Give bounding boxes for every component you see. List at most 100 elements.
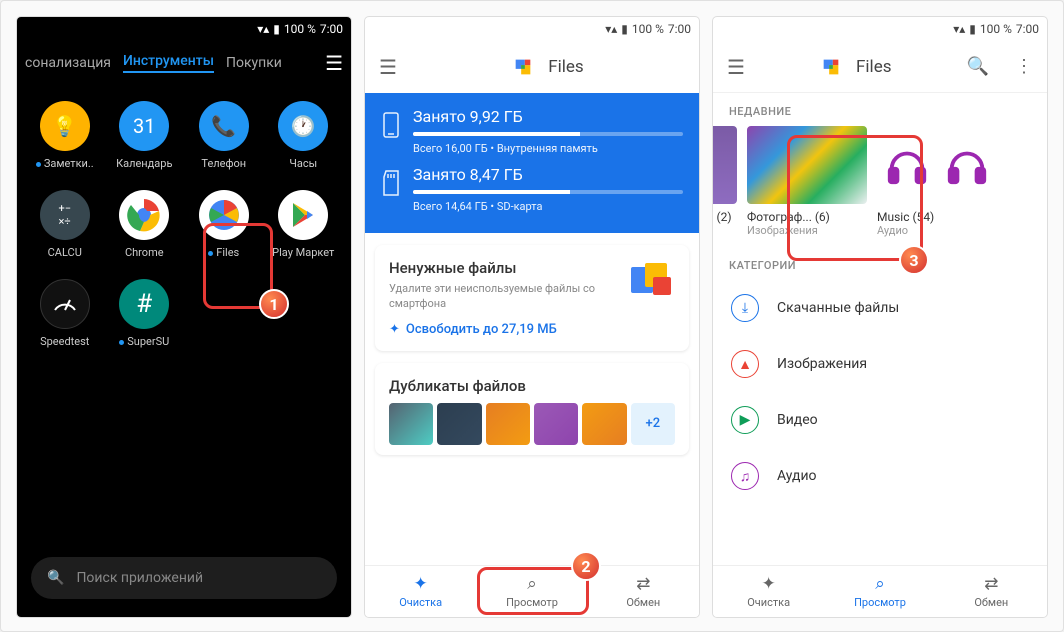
screen-files-clean: ▾▴ ▮ 100 % 7:00 ☰ Files Занято 9,92 ГБ В…	[365, 17, 699, 617]
dups-title: Дубликаты файлов	[389, 377, 675, 395]
app-clock[interactable]: 🕐Часы	[268, 101, 340, 170]
recent-item-music[interactable]: Music (54) Аудио	[877, 126, 997, 237]
duplicates-card: Дубликаты файлов +2	[375, 363, 689, 455]
status-bar: ▾▴ ▮ 100 % 7:00	[17, 17, 351, 41]
category-images[interactable]: ▲Изображения	[713, 336, 1047, 392]
battery-icon: ▮	[273, 22, 280, 36]
image-icon: ▲	[731, 350, 759, 378]
sparkle-icon: ✦	[389, 322, 400, 337]
headphones-icon: ♫	[731, 462, 759, 490]
tab-tools[interactable]: Инструменты	[123, 53, 214, 73]
junk-files-card: Ненужные файлы Удалите эти неиспользуемы…	[375, 245, 689, 351]
search-icon: 🔍	[47, 570, 64, 586]
files-logo-icon	[512, 56, 534, 78]
app-supersu[interactable]: #SuperSU	[109, 279, 181, 348]
bottom-nav: ✦Очистка ⌕Просмотр ⇄Обмен	[365, 565, 699, 617]
dup-more[interactable]: +2	[631, 403, 675, 445]
storage-panel: Занято 9,92 ГБ Всего 16,00 ГБ • Внутренн…	[365, 93, 699, 233]
screen-files-browse: ▾▴ ▮ 100 % 7:00 ☰ Files 🔍 ⋮ НЕДАВНИЕ ma.…	[713, 17, 1047, 617]
category-tabs: сонализация Инструменты Покупки ☰	[17, 41, 351, 85]
recent-label: НЕДАВНИЕ	[713, 93, 1047, 126]
video-icon: ▶	[731, 406, 759, 434]
dup-thumb[interactable]	[534, 403, 578, 445]
step-badge-1: 1	[259, 289, 289, 319]
recent-thumb	[713, 126, 737, 204]
share-icon: ⇄	[636, 574, 650, 594]
category-audio[interactable]: ♫Аудио	[713, 448, 1047, 504]
app-play-market[interactable]: Play Маркет	[268, 190, 340, 259]
overflow-menu-icon[interactable]: ⋮	[1015, 56, 1033, 77]
categories-label: КАТЕГОРИИ	[713, 247, 1047, 280]
status-bar: ▾▴ ▮ 100 % 7:00	[365, 17, 699, 41]
clock: 7:00	[1016, 22, 1039, 36]
app-calendar[interactable]: 31Календарь	[109, 101, 181, 170]
app-grid: 💡Заметки.. 31Календарь 📞Телефон 🕐Часы +−…	[17, 85, 351, 364]
free-up-button[interactable]: ✦ Освободить до 27,19 МБ	[389, 322, 557, 337]
nav-browse[interactable]: ⌕Просмотр	[824, 566, 935, 617]
dup-thumbnails: +2	[389, 403, 675, 445]
headphones-icon	[884, 142, 930, 188]
signal-icon: ▾▴	[605, 22, 617, 36]
storage-sd[interactable]: Занято 8,47 ГБ Всего 14,64 ГБ • SD-карта	[381, 165, 683, 213]
app-speedtest[interactable]: Speedtest	[29, 279, 101, 348]
sd-card-icon	[381, 169, 401, 197]
tab-shopping[interactable]: Покупки	[226, 55, 282, 71]
app-title: Files	[548, 57, 583, 77]
dup-thumb[interactable]	[437, 403, 481, 445]
app-chrome[interactable]: Chrome	[109, 190, 181, 259]
sparkle-icon: ✦	[414, 574, 428, 594]
app-phone[interactable]: 📞Телефон	[188, 101, 260, 170]
junk-sub: Удалите эти неиспользуемые файлы со смар…	[389, 281, 615, 312]
battery-icon: ▮	[969, 22, 976, 36]
categories-list: ⤓Скачанные файлы ▲Изображения ▶Видео ♫Ау…	[713, 280, 1047, 504]
recent-item-photos[interactable]: Фотограф... (6) Изображения	[747, 126, 867, 237]
step-badge-2: 2	[571, 551, 601, 581]
app-header: ☰ Files	[365, 41, 699, 93]
category-video[interactable]: ▶Видео	[713, 392, 1047, 448]
clock: 7:00	[320, 22, 343, 36]
battery-pct: 100 %	[284, 22, 316, 36]
dup-thumb[interactable]	[389, 403, 433, 445]
recent-thumb	[747, 126, 867, 204]
search-icon[interactable]: 🔍	[967, 56, 989, 77]
dup-thumb[interactable]	[486, 403, 530, 445]
app-title: Files	[856, 57, 891, 77]
junk-title: Ненужные файлы	[389, 259, 615, 277]
junk-illustration-icon	[625, 259, 675, 299]
recent-thumb-audio	[877, 126, 997, 204]
category-downloads[interactable]: ⤓Скачанные файлы	[713, 280, 1047, 336]
recent-item[interactable]: ma... (2)	[713, 126, 737, 237]
clock: 7:00	[668, 22, 691, 36]
storage-internal[interactable]: Занято 9,92 ГБ Всего 16,00 ГБ • Внутренн…	[381, 107, 683, 155]
share-icon: ⇄	[984, 574, 998, 594]
browse-icon: ⌕	[875, 574, 885, 594]
menu-icon[interactable]: ☰	[325, 51, 343, 75]
nav-share[interactable]: ⇄Обмен	[936, 566, 1047, 617]
dup-thumb[interactable]	[582, 403, 626, 445]
status-bar: ▾▴ ▮ 100 % 7:00	[713, 17, 1047, 41]
menu-icon[interactable]: ☰	[727, 55, 745, 79]
files-logo-icon	[820, 56, 842, 78]
nav-clean[interactable]: ✦Очистка	[713, 566, 824, 617]
nav-share[interactable]: ⇄Обмен	[588, 566, 699, 617]
nav-clean[interactable]: ✦Очистка	[365, 566, 476, 617]
menu-icon[interactable]: ☰	[379, 55, 397, 79]
step-badge-3: 3	[899, 245, 929, 275]
bottom-nav: ✦Очистка ⌕Просмотр ⇄Обмен	[713, 565, 1047, 617]
download-icon: ⤓	[731, 294, 759, 322]
phone-storage-icon	[381, 111, 401, 139]
tab-personalization[interactable]: сонализация	[25, 55, 111, 71]
recent-row[interactable]: ma... (2) Фотограф... (6) Изображения Mu…	[713, 126, 1047, 237]
app-calcu[interactable]: +−×÷CALCU	[29, 190, 101, 259]
app-files[interactable]: Files	[188, 190, 260, 259]
screen-app-drawer: ▾▴ ▮ 100 % 7:00 сонализация Инструменты …	[17, 17, 351, 617]
app-notes[interactable]: 💡Заметки..	[29, 101, 101, 170]
internal-bar	[413, 132, 580, 136]
battery-icon: ▮	[621, 22, 628, 36]
search-apps[interactable]: 🔍 Поиск приложений	[31, 557, 337, 599]
battery-pct: 100 %	[980, 22, 1012, 36]
nav-browse[interactable]: ⌕Просмотр	[476, 566, 587, 617]
signal-icon: ▾▴	[257, 22, 269, 36]
browse-icon: ⌕	[527, 574, 537, 594]
internal-used: Занято 9,92 ГБ	[413, 107, 683, 126]
